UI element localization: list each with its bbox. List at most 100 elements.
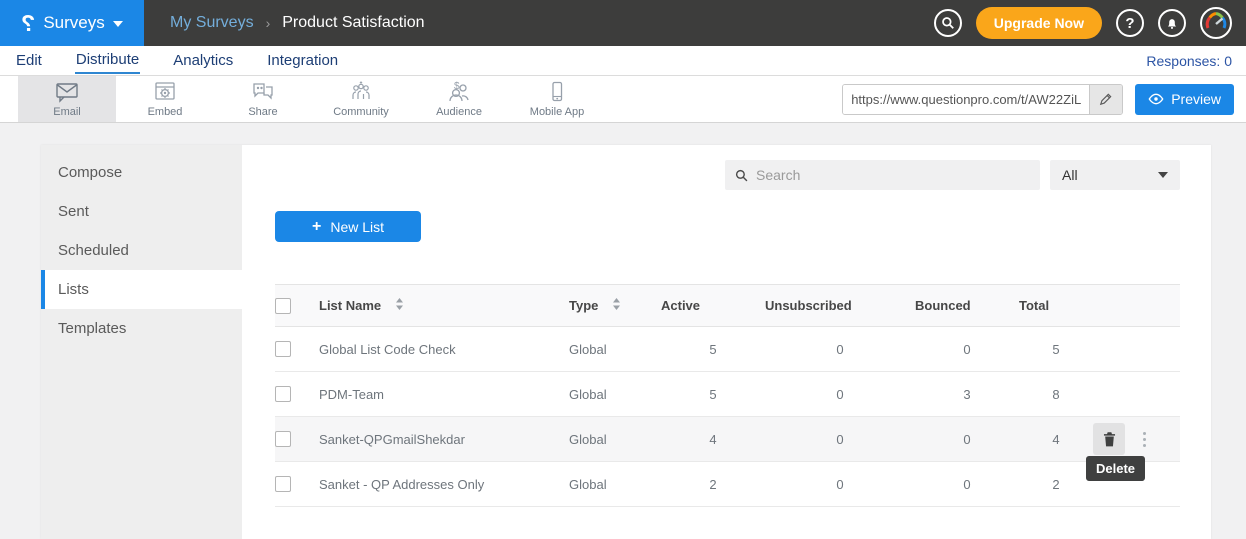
table-row: Global List Code Check Global 5 0 0 5: [275, 327, 1180, 372]
dollar-people-icon: $: [446, 80, 472, 104]
survey-url-field: [842, 84, 1123, 115]
list-type: Global: [569, 327, 661, 372]
channel-share-button[interactable]: Share: [214, 76, 312, 122]
product-switcher-label: Surveys: [43, 13, 104, 33]
new-list-label: New List: [330, 219, 384, 235]
channel-embed-button[interactable]: Embed: [116, 76, 214, 122]
sidebar-item-sent[interactable]: Sent: [41, 192, 242, 231]
total-count[interactable]: 8: [1019, 372, 1093, 417]
notifications-button[interactable]: [1158, 9, 1186, 37]
email-distribution-card: Compose Sent Scheduled Lists Templates A…: [41, 145, 1211, 539]
total-count[interactable]: 4: [1019, 417, 1093, 462]
delete-tooltip: Delete: [1086, 456, 1145, 481]
column-type: Type: [569, 298, 598, 313]
responses-count[interactable]: Responses: 0: [1146, 53, 1246, 69]
column-bounced: Bounced: [915, 285, 1019, 327]
list-name-link[interactable]: PDM-Team: [319, 372, 569, 417]
bell-icon: [1165, 16, 1179, 30]
total-count[interactable]: 5: [1019, 327, 1093, 372]
bounced-count[interactable]: 0: [915, 462, 1019, 507]
product-switcher[interactable]: ? Surveys: [0, 0, 144, 46]
row-checkbox[interactable]: [275, 431, 291, 447]
sidebar-item-compose[interactable]: Compose: [41, 153, 242, 192]
list-type: Global: [569, 417, 661, 462]
eye-icon: [1148, 93, 1164, 105]
breadcrumb-separator-icon: ›: [266, 15, 271, 31]
list-name-link[interactable]: Sanket - QP Addresses Only: [319, 462, 569, 507]
bounced-count[interactable]: 3: [915, 372, 1019, 417]
channel-community-button[interactable]: Community: [312, 76, 410, 122]
question-mark-icon: ?: [1125, 15, 1134, 32]
help-button[interactable]: ?: [1116, 9, 1144, 37]
preview-button[interactable]: Preview: [1135, 84, 1234, 115]
unsubscribed-count[interactable]: 0: [765, 417, 915, 462]
survey-url-input[interactable]: [843, 85, 1089, 114]
top-bar: ? Surveys My Surveys › Product Satisfact…: [0, 0, 1246, 46]
table-row: PDM-Team Global 5 0 3 8: [275, 372, 1180, 417]
breadcrumb-my-surveys[interactable]: My Surveys: [170, 14, 254, 32]
delete-list-button[interactable]: [1093, 423, 1125, 455]
bounced-count[interactable]: 0: [915, 417, 1019, 462]
filter-row: All: [275, 160, 1180, 190]
new-list-button[interactable]: + New List: [275, 211, 421, 242]
unsubscribed-count[interactable]: 0: [765, 327, 915, 372]
envelope-icon: [54, 80, 80, 104]
channel-label: Share: [248, 106, 277, 118]
pencil-icon: [1099, 92, 1113, 106]
sort-icon[interactable]: [612, 298, 621, 313]
lists-table: List Name Type: [275, 284, 1180, 507]
row-checkbox[interactable]: [275, 476, 291, 492]
tab-edit[interactable]: Edit: [15, 49, 43, 73]
list-name-link[interactable]: Sanket-QPGmailShekdar: [319, 417, 569, 462]
smartphone-icon: [544, 80, 570, 104]
search-input[interactable]: [756, 167, 1030, 183]
column-total: Total: [1019, 285, 1093, 327]
survey-tabs: Edit Distribute Analytics Integration Re…: [0, 46, 1246, 76]
active-count[interactable]: 2: [661, 462, 765, 507]
total-count[interactable]: 2: [1019, 462, 1093, 507]
tab-analytics[interactable]: Analytics: [172, 49, 234, 73]
channel-audience-button[interactable]: $ Audience: [410, 76, 508, 122]
tab-distribute[interactable]: Distribute: [75, 48, 140, 74]
active-count[interactable]: 5: [661, 327, 765, 372]
row-menu-button[interactable]: [1139, 428, 1150, 451]
channel-label: Email: [53, 106, 81, 118]
sidebar-item-lists[interactable]: Lists: [41, 270, 242, 309]
active-count[interactable]: 5: [661, 372, 765, 417]
row-checkbox[interactable]: [275, 386, 291, 402]
channel-label: Embed: [148, 106, 183, 118]
tab-integration[interactable]: Integration: [266, 49, 339, 73]
channel-label: Community: [333, 106, 389, 118]
list-name-link[interactable]: Global List Code Check: [319, 327, 569, 372]
list-type-filter[interactable]: All: [1050, 160, 1180, 190]
browser-gear-icon: [152, 80, 178, 104]
table-row: Sanket - QP Addresses Only Global 2 0 0 …: [275, 462, 1180, 507]
edit-url-button[interactable]: [1089, 85, 1122, 114]
filter-value: All: [1062, 167, 1078, 183]
search-icon: [941, 16, 955, 30]
active-count[interactable]: 4: [661, 417, 765, 462]
search-button[interactable]: [934, 9, 962, 37]
sidebar-item-templates[interactable]: Templates: [41, 309, 242, 348]
unsubscribed-count[interactable]: 0: [765, 462, 915, 507]
distribute-toolbar: Email Embed Share: [0, 76, 1246, 123]
account-avatar[interactable]: [1200, 7, 1232, 39]
channel-buttons: Email Embed Share: [18, 76, 606, 122]
channel-email-button[interactable]: Email: [18, 76, 116, 122]
select-all-checkbox[interactable]: [275, 298, 291, 314]
channel-mobile-app-button[interactable]: Mobile App: [508, 76, 606, 122]
channel-label: Audience: [436, 106, 482, 118]
page-content: Compose Sent Scheduled Lists Templates A…: [0, 123, 1246, 539]
sort-icon[interactable]: [395, 298, 404, 313]
table-header-row: List Name Type: [275, 285, 1180, 327]
list-search: [725, 160, 1040, 190]
upgrade-now-button[interactable]: Upgrade Now: [976, 7, 1102, 39]
people-group-icon: [348, 80, 374, 104]
bounced-count[interactable]: 0: [915, 327, 1019, 372]
row-checkbox[interactable]: [275, 341, 291, 357]
sidebar-item-scheduled[interactable]: Scheduled: [41, 231, 242, 270]
chevron-down-icon: [1158, 172, 1168, 178]
unsubscribed-count[interactable]: 0: [765, 372, 915, 417]
chevron-down-icon: [113, 21, 123, 27]
chat-bubbles-icon: [250, 80, 276, 104]
